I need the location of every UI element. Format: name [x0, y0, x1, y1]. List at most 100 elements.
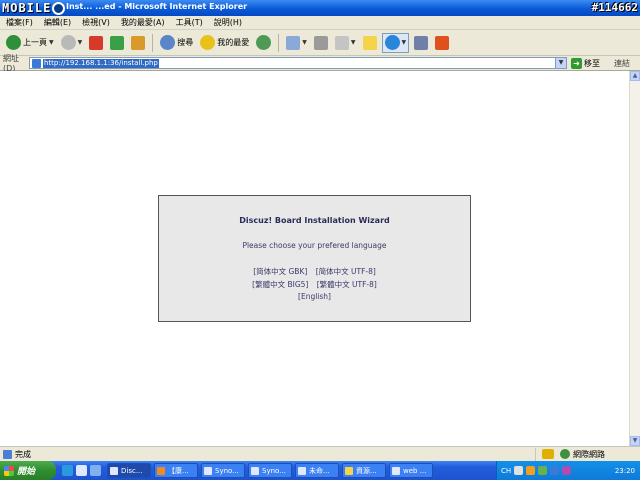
refresh-button[interactable] — [108, 33, 126, 53]
task-button[interactable]: web ... — [389, 463, 433, 478]
window-icon — [251, 466, 259, 475]
volume-icon[interactable] — [562, 466, 572, 475]
menu-tools[interactable]: 工具(T) — [176, 17, 203, 28]
back-label: 上一頁 — [23, 38, 47, 47]
task-label: web ... — [403, 466, 427, 475]
menu-help[interactable]: 說明(H) — [214, 17, 242, 28]
task-label: 【康... — [168, 466, 189, 475]
show-desktop-icon[interactable] — [90, 465, 101, 476]
stop-button[interactable] — [87, 33, 105, 53]
address-dropdown-icon[interactable]: ▼ — [555, 58, 566, 68]
back-arrow-icon — [6, 35, 21, 50]
vertical-scrollbar[interactable]: ▲ ▼ — [629, 71, 640, 446]
messenger-button[interactable]: ▼ — [381, 32, 410, 53]
addon-button[interactable] — [433, 33, 451, 53]
home-button[interactable] — [129, 33, 147, 53]
discuss-button[interactable] — [361, 33, 379, 53]
task-label: Disc... — [121, 466, 143, 475]
back-button[interactable]: 上一頁 ▼ — [4, 33, 56, 53]
menu-favorites[interactable]: 我的最愛(A) — [121, 17, 165, 28]
forward-dropdown-icon[interactable]: ▼ — [78, 39, 83, 46]
page-content: Discuz! Board Installation Wizard Please… — [0, 71, 629, 446]
language-link-big5[interactable]: [繁體中文 BIG5] — [252, 280, 308, 289]
search-icon — [160, 35, 176, 50]
forward-button[interactable]: ▼ — [59, 33, 85, 53]
edit-page-icon — [334, 35, 349, 50]
security-zone-label: 網際網路 — [573, 449, 605, 459]
menu-bar: 檔案(F) 編輯(E) 檢視(V) 我的最愛(A) 工具(T) 說明(H) — [0, 16, 640, 30]
tray-app-icon[interactable] — [538, 466, 548, 475]
refresh-icon — [110, 35, 125, 50]
search-button[interactable]: 搜尋 — [158, 33, 195, 53]
ie-icon[interactable] — [62, 465, 73, 476]
folder-icon — [345, 466, 353, 475]
mail-button[interactable]: ▼ — [284, 33, 309, 53]
network-tray-icon[interactable] — [550, 466, 560, 475]
research-button[interactable] — [412, 33, 430, 53]
address-input[interactable]: http://192.168.1.1:36/install.php ▼ — [29, 57, 567, 69]
watermark-logo: MOBILE — [2, 0, 66, 16]
favorites-button[interactable]: 我的最愛 — [198, 33, 251, 53]
task-button[interactable]: 【康... — [154, 463, 198, 478]
forward-arrow-icon — [60, 35, 76, 50]
title-bar: MOBILE Inst... ...ed - Microsoft Interne… — [0, 0, 640, 16]
wizard-prompt: Please choose your prefered language — [242, 241, 387, 250]
window-icon — [204, 466, 212, 475]
task-button[interactable]: 未命... — [295, 463, 339, 478]
edit-button[interactable]: ▼ — [333, 33, 358, 53]
task-button[interactable]: Syno... — [248, 463, 292, 478]
address-label: 網址(D) — [3, 54, 19, 73]
task-button[interactable]: 資源... — [342, 463, 386, 478]
stop-icon — [89, 35, 104, 50]
browser-icon[interactable] — [76, 465, 87, 476]
go-arrow-icon: ➜ — [571, 57, 582, 69]
task-button[interactable]: Syno... — [201, 463, 245, 478]
toolbar: 上一頁 ▼ ▼ 搜尋 我的最愛 ▼ ▼ ▼ — [0, 30, 640, 56]
language-link-tc-utf8[interactable]: [繁體中文 UTF-8] — [317, 280, 377, 289]
task-button[interactable]: Disc... — [107, 463, 151, 478]
internet-zone-icon — [560, 449, 570, 459]
go-button[interactable]: ➜ 移至 — [571, 57, 600, 69]
language-link-sc-utf8[interactable]: [简体中文 UTF-8] — [316, 267, 376, 276]
mail-icon — [286, 35, 301, 50]
address-url[interactable]: http://192.168.1.1:36/install.php — [43, 58, 159, 68]
back-dropdown-icon[interactable]: ▼ — [49, 39, 54, 46]
language-link-english[interactable]: [English] — [298, 292, 331, 301]
messenger-dropdown-icon[interactable]: ▼ — [402, 39, 407, 46]
start-button[interactable]: 開始 — [0, 461, 56, 480]
mail-dropdown-icon[interactable]: ▼ — [302, 39, 307, 46]
edit-dropdown-icon[interactable]: ▼ — [351, 39, 356, 46]
status-divider — [535, 447, 536, 461]
print-button[interactable] — [312, 33, 330, 53]
lock-icon — [542, 449, 554, 459]
menu-edit[interactable]: 編輯(E) — [44, 17, 71, 28]
links-button[interactable]: 連結 — [614, 58, 630, 69]
language-row: [English] — [159, 292, 470, 301]
language-link-gbk[interactable]: [简体中文 GBK] — [253, 267, 307, 276]
wizard-title: Discuz! Board Installation Wizard — [239, 216, 390, 225]
favorites-label: 我的最愛 — [217, 38, 250, 47]
menu-file[interactable]: 檔案(F) — [6, 17, 33, 28]
menu-view[interactable]: 檢視(V) — [82, 17, 110, 28]
task-label: 資源... — [356, 466, 377, 475]
clock: 23:20 — [614, 466, 635, 475]
scroll-up-icon[interactable]: ▲ — [630, 71, 640, 81]
language-row: [简体中文 GBK] [简体中文 UTF-8] — [159, 266, 470, 277]
messenger-icon — [384, 35, 400, 50]
system-tray: CH 23:20 — [496, 461, 640, 480]
status-text: 完成 — [15, 449, 31, 459]
quick-launch — [62, 465, 101, 476]
ime-indicator[interactable]: CH — [501, 467, 511, 475]
help-icon[interactable] — [526, 466, 536, 475]
window-title: Inst... ...ed - Microsoft Internet Explo… — [66, 2, 248, 11]
installation-wizard-panel: Discuz! Board Installation Wizard Please… — [158, 195, 471, 322]
scroll-down-icon[interactable]: ▼ — [630, 436, 640, 446]
toolbar-separator — [278, 33, 280, 52]
windows-flag-icon — [4, 465, 14, 476]
task-label: Syno... — [215, 466, 239, 475]
page-icon — [32, 58, 41, 68]
start-label: 開始 — [17, 467, 36, 477]
history-button[interactable] — [254, 33, 273, 53]
logo-text: MOBILE — [2, 1, 52, 15]
ime-pad-icon[interactable] — [514, 466, 524, 475]
